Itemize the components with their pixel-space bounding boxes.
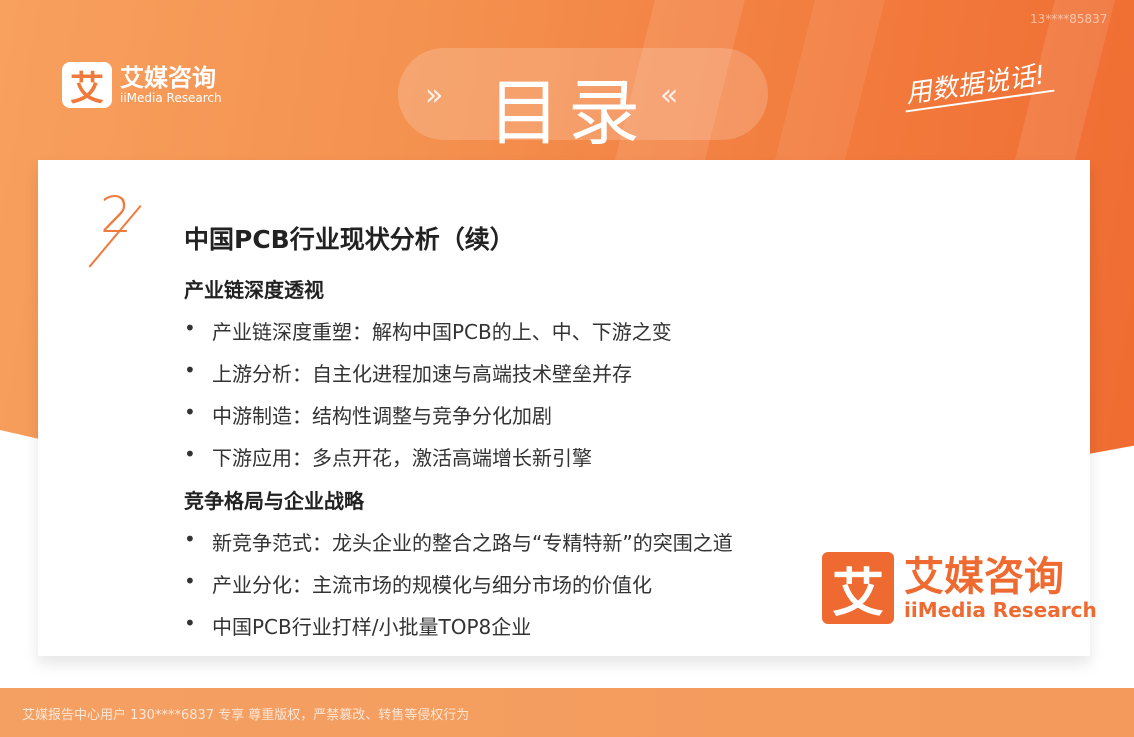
watermark: 13****85837 (1030, 12, 1108, 26)
bullet-icon: • (184, 358, 196, 382)
list-item: • 中国PCB行业打样/小批量TOP8企业 (184, 611, 531, 640)
watermark-logo: 艾 艾媒咨询 iiMedia Research (822, 552, 1097, 624)
logo-name: 艾媒咨询 (904, 554, 1064, 600)
list-item: • 产业链深度重塑：解构中国PCB的上、中、下游之变 (184, 316, 672, 345)
logo-mark-icon: 艾 (62, 62, 112, 109)
logo-subtitle: iiMedia Research (904, 598, 1097, 622)
chevron-left-icon: « (660, 78, 679, 113)
logo-subtitle: iiMedia Research (120, 91, 222, 105)
bullet-icon: • (184, 569, 196, 593)
list-item-text: 产业链深度重塑：解构中国PCB的上、中、下游之变 (212, 320, 672, 344)
list-item-text: 中游制造：结构性调整与竞争分化加剧 (212, 404, 552, 428)
bullet-icon: • (184, 442, 196, 466)
list-item-text: 产业分化：主流市场的规模化与细分市场的价值化 (212, 573, 652, 597)
footer-bar: 艾媒报告中心用户 130****6837 专享 尊重版权，严禁篡改、转售等侵权行… (0, 688, 1134, 737)
bullet-icon: • (184, 316, 196, 340)
page-title: 目录 (488, 71, 649, 155)
chevron-right-icon: » (425, 78, 444, 113)
footer-copyright: 艾媒报告中心用户 130****6837 专享 尊重版权，严禁篡改、转售等侵权行… (22, 708, 470, 723)
list-item-text: 新竞争范式：龙头企业的整合之路与“专精特新”的突围之道 (212, 531, 733, 555)
logo-mark-icon: 艾 (822, 552, 894, 624)
subsection-heading: 产业链深度透视 (184, 278, 324, 302)
bullet-icon: • (184, 400, 196, 424)
subsection-heading: 竞争格局与企业战略 (184, 489, 364, 513)
list-item: • 新竞争范式：龙头企业的整合之路与“专精特新”的突围之道 (184, 527, 733, 556)
bullet-icon: • (184, 527, 196, 551)
list-item: • 下游应用：多点开花，激活高端增长新引擎 (184, 442, 592, 471)
list-item: • 中游制造：结构性调整与竞争分化加剧 (184, 400, 552, 429)
list-item-text: 下游应用：多点开花，激活高端增长新引擎 (212, 446, 592, 470)
logo-name: 艾媒咨询 (120, 64, 216, 92)
list-item: • 上游分析：自主化进程加速与高端技术壁垒并存 (184, 358, 632, 387)
section-title: 中国PCB行业现状分析（续） (184, 225, 515, 254)
header-logo: 艾 艾媒咨询 iiMedia Research (62, 62, 222, 109)
bullet-icon: • (184, 611, 196, 635)
list-item-text: 上游分析：自主化进程加速与高端技术壁垒并存 (212, 362, 632, 386)
list-item-text: 中国PCB行业打样/小批量TOP8企业 (212, 615, 532, 639)
list-item: • 产业分化：主流市场的规模化与细分市场的价值化 (184, 569, 652, 598)
